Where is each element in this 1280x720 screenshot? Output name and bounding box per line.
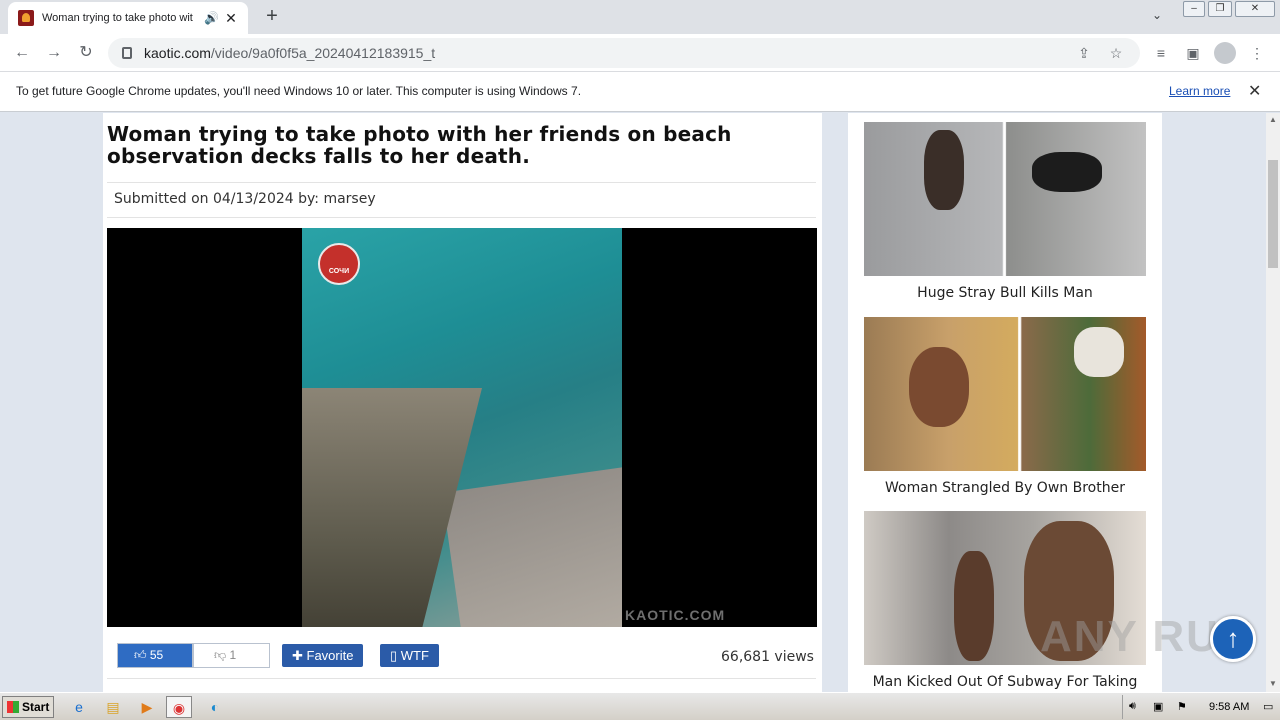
edge-icon[interactable]: ◐	[202, 696, 228, 718]
video-thumbnail[interactable]	[864, 317, 1146, 471]
site-favicon-icon	[18, 10, 34, 26]
flag-icon[interactable]: ⚑	[1177, 700, 1187, 713]
beach-shape	[441, 464, 622, 627]
dislike-count: 1	[229, 648, 237, 662]
close-tab-icon[interactable]: ✕	[224, 10, 238, 27]
restore-button[interactable]: ❐	[1208, 1, 1232, 17]
related-video-title[interactable]: Man Kicked Out Of Subway For Taking	[864, 674, 1146, 690]
plus-icon: ✚	[292, 648, 307, 663]
divider	[107, 217, 816, 218]
window-close-button[interactable]: ✕	[1235, 1, 1275, 17]
main-article: Woman trying to take photo with her frie…	[103, 113, 822, 692]
reload-icon[interactable]: ↻	[74, 41, 98, 65]
thumbs-up-icon: 👍︎	[134, 648, 150, 662]
scroll-to-top-button[interactable]: ↑	[1210, 616, 1256, 662]
ie-icon[interactable]: e	[66, 696, 92, 718]
system-tray: 🔊︎ ▣ ⚑ ▭	[1122, 695, 1278, 719]
scrollbar-thumb[interactable]	[1268, 160, 1278, 268]
page-content: Woman trying to take photo with her frie…	[0, 113, 1266, 692]
related-video-title[interactable]: Huge Stray Bull Kills Man	[864, 285, 1146, 301]
windows-flag-icon	[7, 701, 19, 713]
tab-title: Woman trying to take photo wit	[42, 12, 193, 24]
video-thumbnail[interactable]	[864, 122, 1146, 276]
profile-avatar[interactable]	[1214, 42, 1236, 64]
related-video-card[interactable]: Huge Stray Bull Kills Man	[864, 122, 1146, 301]
tab-strip: Woman trying to take photo wit 🔊 ✕ + ⌄ –…	[0, 0, 1280, 34]
related-sidebar: Huge Stray Bull Kills Man Woman Strangle…	[848, 113, 1162, 692]
thumbs-down-icon: 👎︎	[214, 648, 230, 662]
browser-tab[interactable]: Woman trying to take photo wit 🔊 ✕	[8, 2, 248, 34]
new-tab-button[interactable]: +	[260, 4, 284, 28]
video-watermark: KAOTIC.COM	[625, 607, 726, 623]
like-button[interactable]: 👍︎ 55	[117, 643, 193, 668]
view-count: 66,681 views	[721, 649, 814, 665]
divider	[107, 182, 816, 183]
infobar-message: To get future Google Chrome updates, you…	[16, 84, 582, 98]
article-headline: Woman trying to take photo with her frie…	[107, 122, 732, 168]
windows-taskbar: Start e ▤ ▶ ◉ ◐ 🔊︎ ▣ ⚑ ▭ 9:58 AM	[0, 692, 1280, 720]
share-icon[interactable]: ⇪	[1074, 45, 1094, 62]
minimize-button[interactable]: –	[1183, 1, 1205, 17]
related-video-title[interactable]: Woman Strangled By Own Brother	[864, 480, 1146, 496]
show-desktop-icon[interactable]: ▭	[1263, 700, 1273, 713]
video-frame: СОЧИ	[302, 228, 622, 627]
channel-logo: СОЧИ	[318, 243, 360, 285]
update-infobar: To get future Google Chrome updates, you…	[0, 72, 1280, 112]
like-count: 55	[149, 648, 164, 662]
submitted-info: Submitted on 04/13/2024 by: marsey	[114, 191, 376, 207]
side-panel-icon[interactable]: ▣	[1182, 43, 1204, 63]
chrome-icon[interactable]: ◉	[166, 696, 192, 718]
divider	[107, 678, 816, 679]
folder-icon[interactable]: ▤	[100, 696, 126, 718]
dislike-button[interactable]: 👎︎ 1	[193, 643, 270, 668]
action-row: 👍︎ 55 👎︎ 1 ✚ Favorite ▯ WTF 66,681 views	[117, 643, 817, 669]
scroll-up-icon[interactable]: ▲	[1269, 115, 1277, 124]
related-video-card[interactable]: Man Kicked Out Of Subway For Taking	[864, 511, 1146, 690]
bookmark-star-icon[interactable]: ☆	[1106, 45, 1126, 62]
lock-icon[interactable]	[122, 47, 132, 59]
square-icon: ▯	[390, 648, 401, 663]
network-icon[interactable]: ▣	[1153, 700, 1163, 713]
taskbar-clock: 9:58 AM	[1209, 701, 1250, 713]
address-bar[interactable]: kaotic.com/video/9a0f0f5a_20240412183915…	[108, 38, 1140, 68]
reading-list-icon[interactable]: ≡	[1150, 43, 1172, 63]
forward-arrow-icon[interactable]: →	[42, 41, 66, 65]
volume-icon[interactable]: 🔊︎	[1129, 700, 1136, 713]
back-arrow-icon[interactable]: ←	[10, 41, 34, 65]
learn-more-link[interactable]: Learn more	[1169, 84, 1230, 98]
tab-search-chevron-icon[interactable]: ⌄	[1152, 8, 1162, 22]
url-text[interactable]: kaotic.com/video/9a0f0f5a_20240412183915…	[144, 45, 1062, 61]
favorite-button[interactable]: ✚ Favorite	[282, 644, 364, 667]
media-player-icon[interactable]: ▶	[134, 696, 160, 718]
related-video-card[interactable]: Woman Strangled By Own Brother	[864, 317, 1146, 496]
wtf-button[interactable]: ▯ WTF	[380, 644, 439, 667]
browser-toolbar: ← → ↻ kaotic.com/video/9a0f0f5a_20240412…	[0, 34, 1280, 72]
scroll-down-icon[interactable]: ▼	[1269, 679, 1277, 688]
video-player[interactable]: СОЧИ KAOTIC.COM	[107, 228, 817, 627]
page-scrollbar[interactable]: ▲ ▼	[1266, 113, 1280, 692]
infobar-close-icon[interactable]: ✕	[1248, 81, 1261, 101]
menu-dots-icon[interactable]: ⋮	[1246, 43, 1268, 63]
start-button[interactable]: Start	[2, 696, 54, 718]
speaker-icon[interactable]: 🔊	[204, 11, 219, 25]
